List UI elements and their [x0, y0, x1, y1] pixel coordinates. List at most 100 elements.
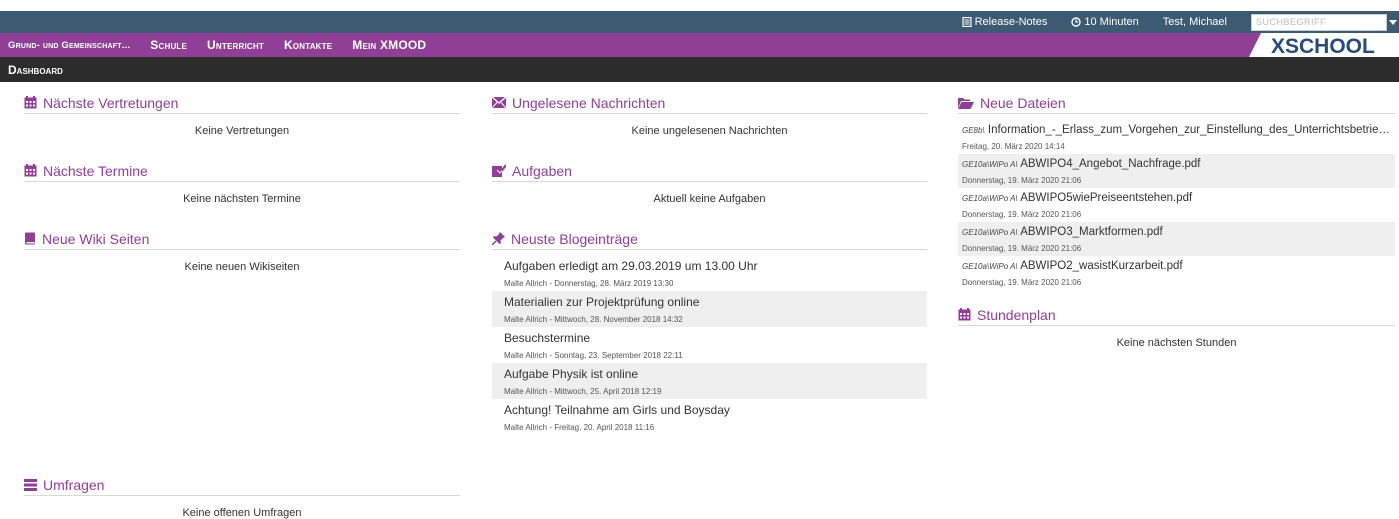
blog-list: Aufgaben erledigt am 29.03.2019 um 13.00… [492, 255, 927, 435]
calendar-icon [24, 164, 37, 177]
file-path: GE10a\WiPo A\ [962, 194, 1018, 203]
panel-stundenplan: Stundenplan Keine nächsten Stunden [958, 304, 1395, 349]
blog-entry-meta: Malte Allrich - Mittwoch, 25. April 2018… [504, 387, 662, 396]
utility-bar: Release-Notes 10 Minuten Test, Michael S… [0, 11, 1399, 33]
calendar-icon [24, 96, 37, 109]
blog-entry[interactable]: Materialien zur Projektprüfung online Ma… [492, 291, 927, 327]
panel-title-label: Neue Dateien [980, 94, 1066, 111]
pin-icon [492, 232, 505, 245]
panel-title: Aufgaben [492, 160, 927, 182]
file-list: GE8b\ Information_-_Erlass_zum_Vorgehen_… [958, 120, 1395, 290]
file-name: ABWIPO3_Marktformen.pdf [1020, 226, 1163, 238]
breadcrumb: Dashboard [0, 57, 1399, 82]
panel-title-label: Nächste Termine [43, 162, 148, 179]
panel-dateien: Neue Dateien GE8b\ Information_-_Erlass_… [958, 92, 1395, 290]
timer-label: 10 Minuten [1084, 16, 1139, 28]
panel-title: Stundenplan [958, 304, 1395, 326]
file-entry[interactable]: GE10a\WiPo A\ ABWIPO2_wasistKurzarbeit.p… [958, 256, 1395, 290]
panel-title-label[interactable]: Neuste Blogeinträge [511, 231, 638, 247]
file-name: ABWIPO2_wasistKurzarbeit.pdf [1020, 260, 1183, 272]
panel-title: Ungelesene Nachrichten [492, 92, 927, 114]
column-middle: Ungelesene Nachrichten Keine ungelesenen… [492, 92, 927, 435]
panel-title-label: Umfragen [43, 476, 105, 493]
file-path: GE10a\WiPo A\ [962, 160, 1018, 169]
nav-item-unterricht[interactable]: Unterricht [207, 38, 264, 52]
panel-aufgaben: Aufgaben Aktuell keine Aufgaben [492, 160, 927, 228]
document-icon [961, 17, 972, 27]
blog-entry-meta: Malte Allrich - Donnerstag, 28. März 201… [504, 279, 674, 288]
blog-entry-title: Aufgabe Physik ist online [504, 367, 639, 381]
panel-title-label[interactable]: Aufgaben [512, 163, 572, 179]
panel-title: Neue Wiki Seiten [24, 228, 460, 250]
envelope-icon [492, 97, 506, 108]
file-name: ABWIPO5wiePreiseentstehen.pdf [1020, 192, 1193, 204]
release-notes-label: Release-Notes [974, 16, 1048, 28]
panel-title-label[interactable]: Stundenplan [977, 307, 1056, 323]
file-date: Donnerstag, 19. März 2020 21:06 [962, 278, 1082, 287]
list-icon [24, 478, 37, 491]
column-left-bottom: Umfragen Keine offenen Umfragen [24, 474, 460, 519]
file-name: Information_-_Erlass_zum_Vorgehen_zur_Ei… [987, 124, 1395, 136]
user-menu[interactable]: Test, Michael [1163, 16, 1227, 28]
book-icon [25, 232, 35, 245]
top-bar: Release-Notes 10 Minuten Test, Michael S… [0, 0, 1399, 33]
blog-entry[interactable]: Aufgabe Physik ist online Malte Allrich … [492, 363, 927, 399]
panel-umfragen: Umfragen Keine offenen Umfragen [24, 474, 460, 519]
file-path: GE10a\WiPo A\ [962, 262, 1018, 271]
file-entry[interactable]: GE8b\ Information_-_Erlass_zum_Vorgehen_… [958, 120, 1395, 154]
xschool-logo[interactable]: XSCHOOL [1249, 33, 1399, 57]
release-notes-link[interactable]: Release-Notes [961, 16, 1048, 28]
panel-wiki: Neue Wiki Seiten Keine neuen Wikiseiten [24, 228, 460, 273]
blog-entry[interactable]: Besuchstermine Malte Allrich - Sonntag, … [492, 327, 927, 363]
clock-icon [1071, 17, 1082, 27]
file-date: Freitag, 20. März 2020 14:14 [962, 142, 1065, 151]
file-entry[interactable]: GE10a\WiPo A\ ABWIPO4_Angebot_Nachfrage.… [958, 154, 1395, 188]
panel-title: Nächste Vertretungen [24, 92, 460, 114]
column-left: Nächste Vertretungen Keine Vertretungen … [24, 92, 460, 273]
file-date: Donnerstag, 19. März 2020 21:06 [962, 210, 1082, 219]
panel-title: Neue Dateien [958, 92, 1395, 114]
empty-message: Aktuell keine Aufgaben [653, 193, 766, 205]
main-nav: Grund- und Gemeinschaft... Schule Unterr… [0, 33, 1399, 57]
file-entry[interactable]: GE10a\WiPo A\ ABWIPO5wiePreiseentstehen.… [958, 188, 1395, 222]
file-name: ABWIPO4_Angebot_Nachfrage.pdf [1020, 158, 1201, 170]
empty-message: Keine nächsten Stunden [1116, 337, 1237, 349]
panel-blog: Neuste Blogeinträge Aufgaben erledigt am… [492, 228, 927, 435]
blog-entry-meta: Malte Allrich - Mittwoch, 28. November 2… [504, 315, 683, 324]
blog-entry-title: Besuchstermine [504, 331, 591, 345]
blog-entry[interactable]: Achtung! Teilnahme am Girls und Boysday … [492, 399, 927, 435]
tasks-icon [492, 164, 506, 177]
nav-item-mein-xmood[interactable]: Mein XMOOD [352, 38, 426, 52]
blog-entry[interactable]: Aufgaben erledigt am 29.03.2019 um 13.00… [492, 255, 927, 291]
nav-item-schule[interactable]: Schule [150, 38, 187, 52]
blog-entry-title: Aufgaben erledigt am 29.03.2019 um 13.00… [504, 259, 758, 273]
panel-nachrichten: Ungelesene Nachrichten Keine ungelesenen… [492, 92, 927, 160]
panel-title-label: Neue Wiki Seiten [42, 230, 150, 247]
nav-item-school-name[interactable]: Grund- und Gemeinschaft... [8, 40, 130, 51]
blog-entry-meta: Malte Allrich - Sonntag, 23. September 2… [504, 351, 683, 360]
file-entry[interactable]: GE10a\WiPo A\ ABWIPO3_Marktformen.pdf Do… [958, 222, 1395, 256]
panel-title-label[interactable]: Ungelesene Nachrichten [512, 95, 665, 111]
panel-termine: Nächste Termine Keine nächsten Termine [24, 160, 460, 228]
blog-entry-title: Materialien zur Projektprüfung online [504, 295, 700, 309]
logo-text: XSCHOOL [1271, 35, 1375, 57]
empty-message: Keine ungelesenen Nachrichten [631, 125, 788, 137]
chevron-down-icon[interactable] [1389, 19, 1397, 25]
file-path: GE8b\ [962, 126, 985, 135]
empty-message: Keine nächsten Termine [183, 193, 301, 205]
folder-open-icon [958, 97, 974, 109]
panel-title: Umfragen [24, 474, 460, 496]
nav-item-kontakte[interactable]: Kontakte [284, 38, 332, 52]
empty-message: Keine Vertretungen [194, 125, 290, 137]
column-right: Neue Dateien GE8b\ Information_-_Erlass_… [958, 92, 1395, 349]
file-path: GE10a\WiPo A\ [962, 228, 1018, 237]
panel-vertretungen: Nächste Vertretungen Keine Vertretungen [24, 92, 460, 160]
search-input[interactable]: Suchbegriff [1251, 13, 1387, 31]
session-timer: 10 Minuten [1071, 16, 1139, 28]
blog-entry-meta: Malte Allrich - Freitag, 20. April 2018 … [504, 423, 655, 432]
blog-entry-title: Achtung! Teilnahme am Girls und Boysday [504, 403, 730, 417]
empty-message: Keine neuen Wikiseiten [184, 261, 300, 273]
panel-title: Neuste Blogeinträge [492, 228, 927, 250]
panel-title-label: Nächste Vertretungen [43, 94, 179, 111]
empty-message: Keine offenen Umfragen [182, 507, 302, 519]
